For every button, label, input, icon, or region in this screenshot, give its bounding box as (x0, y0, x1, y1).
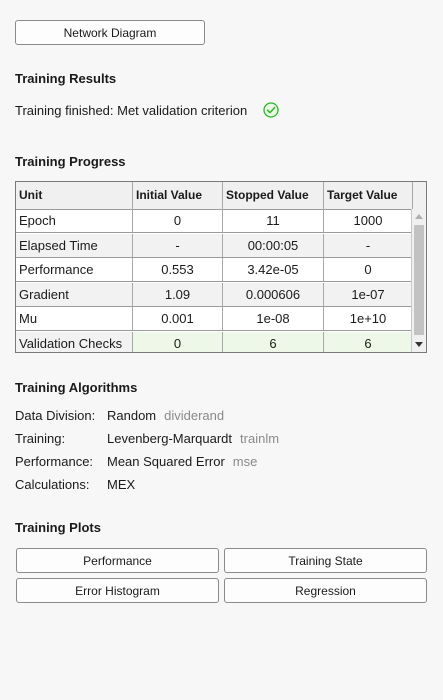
calculations-name: MEX (107, 477, 136, 492)
training-progress-table[interactable]: Unit Initial Value Stopped Value Target … (15, 181, 427, 353)
cell-initial: 0.001 (133, 307, 223, 330)
column-header-unit[interactable]: Unit (16, 182, 133, 209)
performance-name: Mean Squared Error (107, 454, 225, 469)
cell-unit: Performance (16, 258, 133, 281)
data-division-label: Data Division: (15, 408, 96, 423)
error-histogram-plot-button[interactable]: Error Histogram (16, 578, 219, 603)
performance-plot-button[interactable]: Performance (16, 548, 219, 573)
cell-stopped: 11 (223, 209, 324, 232)
cell-unit: Gradient (16, 282, 133, 306)
column-header-stopped-value[interactable]: Stopped Value (223, 182, 324, 209)
cell-initial: 0.553 (133, 258, 223, 281)
table-row[interactable]: Mu 0.001 1e-08 1e+10 (16, 307, 413, 331)
cell-unit: Validation Checks (16, 331, 133, 352)
table-row[interactable]: Performance 0.553 3.42e-05 0 (16, 258, 413, 282)
training-label: Training: (15, 431, 66, 446)
table-row[interactable]: Validation Checks 0 6 6 (16, 331, 413, 352)
table-row[interactable]: Epoch 0 11 1000 (16, 209, 413, 233)
training-state-plot-button[interactable]: Training State (224, 548, 427, 573)
cell-stopped: 00:00:05 (223, 233, 324, 257)
cell-stopped: 6 (223, 331, 324, 352)
cell-initial: - (133, 233, 223, 257)
table-row[interactable]: Gradient 1.09 0.000606 1e-07 (16, 282, 413, 307)
training-code: trainlm (240, 431, 280, 446)
table-header: Unit Initial Value Stopped Value Target … (16, 182, 426, 210)
data-division-code: dividerand (164, 408, 225, 423)
training-plots-heading: Training Plots (15, 520, 101, 535)
training-value: Levenberg-Marquardt trainlm (107, 431, 279, 446)
scroll-up-arrow-icon[interactable] (415, 214, 423, 219)
column-header-target-value[interactable]: Target Value (324, 182, 413, 209)
calculations-value: MEX (107, 477, 135, 492)
cell-initial: 0 (133, 331, 223, 352)
table-scrollbar[interactable] (411, 209, 426, 352)
check-circle-icon (263, 102, 279, 118)
training-status-text: Training finished: Met validation criter… (15, 103, 248, 118)
cell-stopped: 1e-08 (223, 307, 324, 330)
performance-label: Performance: (15, 454, 94, 469)
training-algorithms-heading: Training Algorithms (15, 380, 138, 395)
performance-code: mse (232, 454, 258, 469)
performance-value: Mean Squared Error mse (107, 454, 257, 469)
column-header-initial-value[interactable]: Initial Value (133, 182, 223, 209)
training-name: Levenberg-Marquardt (107, 431, 233, 446)
cell-target: 0 (324, 258, 413, 281)
table-row[interactable]: Elapsed Time -00:00:05- (16, 233, 413, 258)
cell-initial: 1.09 (133, 282, 223, 306)
regression-plot-button[interactable]: Regression (224, 578, 427, 603)
cell-unit: Elapsed Time (16, 233, 133, 257)
data-division-value: Random dividerand (107, 408, 224, 423)
cell-target: 6 (324, 331, 413, 352)
scroll-down-arrow-icon[interactable] (415, 342, 423, 347)
cell-unit: Mu (16, 307, 133, 330)
data-division-name: Random (107, 408, 157, 423)
training-results-heading: Training Results (15, 71, 117, 86)
cell-target: 1e+10 (324, 307, 413, 330)
network-diagram-button[interactable]: Network Diagram (15, 20, 205, 45)
cell-target: - (324, 233, 413, 257)
cell-target: 1e-07 (324, 282, 413, 306)
cell-stopped: 0.000606 (223, 282, 324, 306)
scrollbar-thumb[interactable] (414, 225, 424, 335)
cell-target: 1000 (324, 209, 413, 232)
cell-initial: 0 (133, 209, 223, 232)
training-progress-heading: Training Progress (15, 154, 126, 169)
cell-unit: Epoch (16, 209, 133, 232)
cell-stopped: 3.42e-05 (223, 258, 324, 281)
calculations-label: Calculations: (15, 477, 90, 492)
